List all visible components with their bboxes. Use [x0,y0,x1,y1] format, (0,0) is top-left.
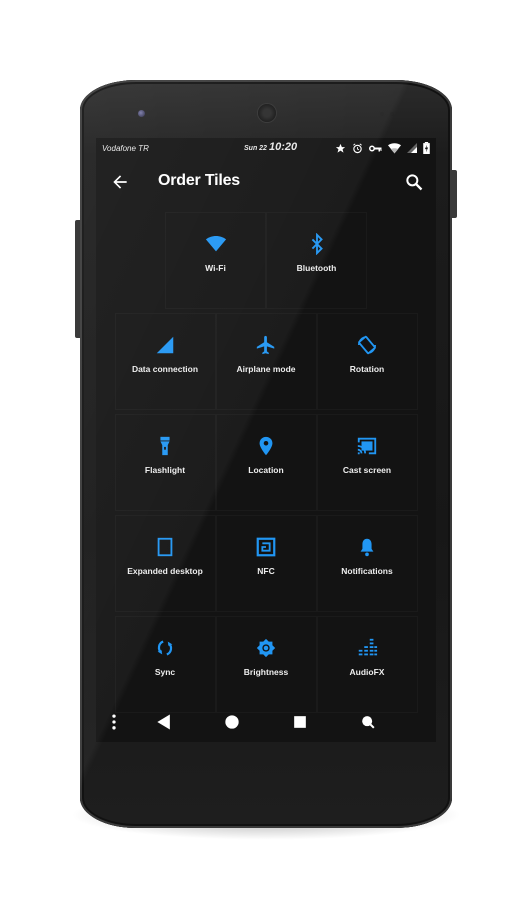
cell-signal-icon [407,143,417,153]
screen: Vodafone TR Sun 22 10:20 Order Tiles Wi-F… [96,138,436,742]
tiles-row: Data connection Airplane mode Rotation [110,311,422,412]
tile-label: Sync [154,667,176,677]
tile-label: Airplane mode [236,364,296,374]
clock: Sun 22 10:20 [244,141,297,153]
tiles-row: Expanded desktop NFC Notifications [110,513,422,614]
nfc-icon [256,537,276,557]
home-circle-icon[interactable] [222,712,242,732]
date: Sun 22 [244,145,267,152]
tile-expanded-desktop[interactable]: Expanded desktop [114,515,216,612]
tile-flashlight[interactable]: Flashlight [114,414,216,511]
vpn-key-icon [369,145,382,151]
tile-label: Location [248,465,284,475]
airplane-icon [256,335,275,355]
tiles-row: Flashlight Location Cast screen [110,412,422,513]
tile-rotation[interactable]: Rotation [316,313,418,410]
toolbar: Order Tiles [96,160,436,206]
search-icon[interactable] [404,172,424,192]
sync-icon [157,640,173,656]
tile-cast-screen[interactable]: Cast screen [316,414,418,511]
page-title: Order Tiles [158,172,240,189]
tile-data-connection[interactable]: Data connection [114,313,216,410]
tile-sync[interactable]: Sync [114,616,216,713]
tile-label: Cast screen [342,465,392,475]
tiles-grid: Wi-Fi Bluetooth Data connection Airplane… [110,210,422,715]
front-camera [138,110,145,117]
bell-icon [360,538,374,557]
power-button [452,170,457,218]
search-icon[interactable] [358,712,378,732]
rotation-icon [358,335,376,355]
menu-dots-icon[interactable] [104,712,124,732]
carrier-name: Vodafone TR [102,144,149,153]
flashlight-icon [160,436,170,456]
tile-label: Rotation [349,364,385,374]
tile-label: Brightness [243,667,289,677]
proximity-sensor [380,112,384,116]
tile-notifications[interactable]: Notifications [316,515,418,612]
wifi-icon [205,235,226,252]
brightness-icon [256,638,276,658]
light-sensor [390,112,394,116]
battery-charging-icon [423,142,430,154]
time: 10:20 [268,141,298,153]
status-bar: Vodafone TR Sun 22 10:20 [96,138,436,160]
equalizer-icon [358,638,378,656]
arrow-back-icon[interactable] [110,172,130,192]
wifi-signal-icon [388,142,401,153]
cast-icon [357,437,377,455]
tile-label: NFC [257,566,275,576]
tile-label: Expanded desktop [127,566,203,576]
tile-location[interactable]: Location [215,414,317,511]
location-pin-icon [259,436,273,456]
navigation-bar [96,700,436,742]
tile-label: Flashlight [144,465,186,475]
tile-brightness[interactable]: Brightness [215,616,317,713]
tile-airplane-mode[interactable]: Airplane mode [215,313,317,410]
recents-square-icon[interactable] [290,712,310,732]
expanded-desktop-icon [157,537,173,557]
tile-label: Notifications [341,566,393,576]
tile-label: Bluetooth [296,263,337,273]
tile-label: Data connection [131,364,199,374]
cell-signal-icon [156,336,174,354]
star-icon [335,143,346,153]
tile-nfc[interactable]: NFC [215,515,317,612]
tile-label: Wi-Fi [205,263,226,273]
alarm-icon [353,143,362,153]
tile-bluetooth[interactable]: Bluetooth [266,212,367,309]
bluetooth-icon [311,233,323,255]
tile-wifi[interactable]: Wi-Fi [165,212,266,309]
tiles-row: Wi-Fi Bluetooth [110,210,422,311]
back-triangle-icon[interactable] [154,712,174,732]
tile-audiofx[interactable]: AudioFX [316,616,418,713]
tile-label: AudioFX [349,667,385,677]
earpiece-speaker [258,104,276,122]
